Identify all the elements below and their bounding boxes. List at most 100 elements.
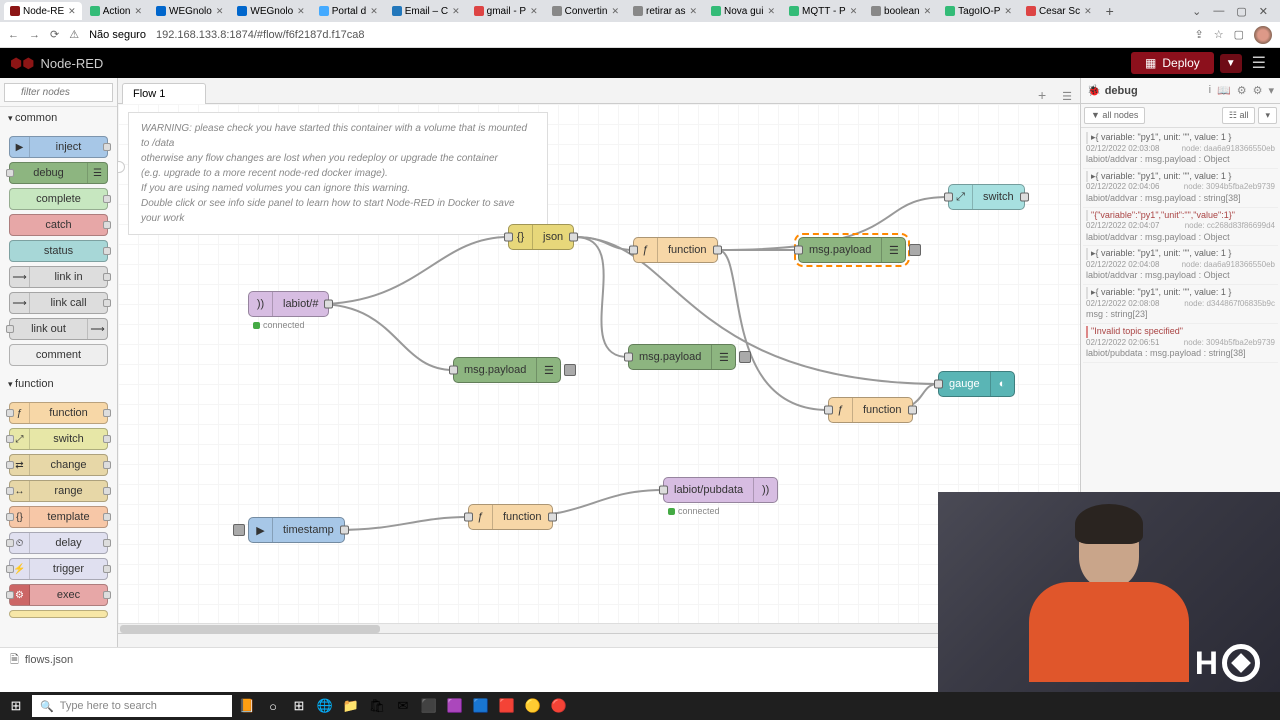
filter-all-nodes[interactable]: ▼ all nodes xyxy=(1084,107,1145,124)
browser-tab[interactable]: gmail - P✕ xyxy=(468,2,544,20)
window-close[interactable]: ✕ xyxy=(1259,5,1268,18)
palette-node-trigger[interactable]: ⚡trigger xyxy=(9,558,108,580)
taskbar-cortana[interactable]: ○ xyxy=(262,695,284,717)
taskbar-mail[interactable]: ✉ xyxy=(392,695,414,717)
browser-tab[interactable]: MQTT - P✕ xyxy=(783,2,863,20)
palette-node-complete[interactable]: complete xyxy=(9,188,108,210)
menu-button[interactable]: ☰ xyxy=(1248,53,1270,73)
sidebar-help-icon[interactable]: 📖 xyxy=(1217,84,1231,97)
flow-list-button[interactable]: ☰ xyxy=(1054,90,1080,103)
palette-node-comment[interactable]: comment xyxy=(9,344,108,366)
back-button[interactable]: ← xyxy=(8,29,19,41)
node-mqtt-out[interactable]: labiot/pubdata)) connected xyxy=(663,477,778,503)
flow-canvas[interactable]: WARNING: please check you have started t… xyxy=(118,104,1080,623)
profile-avatar[interactable] xyxy=(1254,26,1272,44)
deploy-button[interactable]: ▦ Deploy xyxy=(1131,52,1214,74)
palette-category-function[interactable]: function xyxy=(0,373,117,395)
taskbar-app[interactable]: 🟦 xyxy=(470,695,492,717)
palette-node-link-call[interactable]: ⟶link call xyxy=(9,292,108,314)
share-icon[interactable]: ⇪ xyxy=(1195,28,1204,41)
browser-tab[interactable]: retirar as✕ xyxy=(627,2,703,20)
debug-toggle[interactable] xyxy=(909,244,921,256)
taskbar-taskview[interactable]: ⊞ xyxy=(288,695,310,717)
palette-node-switch[interactable]: ⤢switch xyxy=(9,428,108,450)
canvas-scrollbar[interactable] xyxy=(118,623,1080,633)
browser-tab[interactable]: WEGnolo✕ xyxy=(231,2,310,20)
start-button[interactable]: ⊞ xyxy=(4,694,28,718)
taskbar-app[interactable]: 🟥 xyxy=(496,695,518,717)
node-switch[interactable]: ⤢switch xyxy=(948,184,1025,210)
browser-tab[interactable]: Email – C✕ xyxy=(386,2,466,20)
sidebar-context-icon[interactable]: ⚙ xyxy=(1253,84,1263,97)
node-debug-1[interactable]: msg.payload☰ xyxy=(453,357,561,383)
forward-button[interactable]: → xyxy=(29,29,40,41)
palette-node-status[interactable]: status xyxy=(9,240,108,262)
status-file[interactable]: 🗎 flows.json xyxy=(10,651,73,670)
chevron-down-icon[interactable]: ⌄ xyxy=(1192,5,1201,18)
node-function-1[interactable]: ƒfunction xyxy=(633,237,718,263)
browser-tab[interactable]: TagoIO-P✕ xyxy=(939,2,1018,20)
taskbar-app[interactable]: 🟪 xyxy=(444,695,466,717)
palette-node-debug[interactable]: debug☰ xyxy=(9,162,108,184)
browser-tab[interactable]: Convertin✕ xyxy=(546,2,625,20)
window-maximize[interactable]: ▢ xyxy=(1236,5,1246,18)
debug-toggle[interactable] xyxy=(564,364,576,376)
taskbar-chrome[interactable]: 🟡 xyxy=(522,695,544,717)
node-mqtt-in[interactable]: ))labiot/# connected xyxy=(248,291,329,317)
taskbar-explorer[interactable]: 📁 xyxy=(340,695,362,717)
install-icon[interactable]: ▢ xyxy=(1234,28,1244,41)
browser-tab[interactable]: Portal d✕ xyxy=(313,2,384,20)
taskbar-edge[interactable]: 🌐 xyxy=(314,695,336,717)
palette-node-function[interactable]: ƒfunction xyxy=(9,402,108,424)
palette-node-range[interactable]: ↔range xyxy=(9,480,108,502)
palette-node-template[interactable]: {}template xyxy=(9,506,108,528)
node-function-2[interactable]: ƒfunction xyxy=(828,397,913,423)
palette-node-link-in[interactable]: ⟶link in xyxy=(9,266,108,288)
close-icon[interactable]: ✕ xyxy=(68,6,76,17)
browser-tab[interactable]: Nova gui✕ xyxy=(705,2,781,20)
flow-tab[interactable]: Flow 1 xyxy=(122,83,206,104)
info-comment[interactable]: WARNING: please check you have started t… xyxy=(128,112,548,235)
windows-taskbar: ⊞ 🔍Type here to search 📙 ○ ⊞ 🌐 📁 🛍 ✉ ⬛ 🟪… xyxy=(0,692,1280,720)
filter-caret[interactable]: ▾ xyxy=(1258,107,1277,124)
node-inject[interactable]: ▶timestamp xyxy=(248,517,345,543)
node-debug-2[interactable]: msg.payload☰ xyxy=(628,344,736,370)
browser-tab[interactable]: WEGnolo✕ xyxy=(150,2,229,20)
browser-tab[interactable]: boolean✕ xyxy=(865,2,937,20)
sidebar-info-icon[interactable]: i xyxy=(1209,84,1211,97)
taskbar-app[interactable]: ⬛ xyxy=(418,695,440,717)
browser-tab[interactable]: Cesar Sc✕ xyxy=(1020,2,1098,20)
node-debug-3-selected[interactable]: msg.payload☰ xyxy=(798,237,906,263)
deploy-dropdown[interactable]: ▼ xyxy=(1220,54,1242,73)
taskbar-app[interactable]: 📙 xyxy=(236,695,258,717)
star-icon[interactable]: ☆ xyxy=(1214,28,1224,41)
node-json[interactable]: {}json xyxy=(508,224,574,250)
taskbar-search[interactable]: 🔍Type here to search xyxy=(32,695,232,717)
palette-node-catch[interactable]: catch xyxy=(9,214,108,236)
window-minimize[interactable]: — xyxy=(1213,5,1224,18)
debug-toggle[interactable] xyxy=(739,351,751,363)
sidebar-dropdown[interactable]: ▾ xyxy=(1268,84,1274,97)
taskbar-app[interactable]: 🔴 xyxy=(548,695,570,717)
add-flow-button[interactable]: + xyxy=(1030,87,1054,103)
url-field[interactable]: 192.168.133.8:1874/#flow/f6f2187d.f17ca8 xyxy=(156,29,1185,41)
filter-nodes-input[interactable] xyxy=(4,83,113,102)
palette-node-partial[interactable] xyxy=(9,610,108,618)
node-function-3[interactable]: ƒfunction xyxy=(468,504,553,530)
taskbar-store[interactable]: 🛍 xyxy=(366,695,388,717)
palette-category-common[interactable]: common xyxy=(0,107,117,129)
browser-tab-active[interactable]: Node-RE✕ xyxy=(4,2,82,20)
browser-tab[interactable]: Action✕ xyxy=(84,2,148,20)
sidebar-config-icon[interactable]: ⚙ xyxy=(1237,84,1247,97)
palette-node-inject[interactable]: ▶inject xyxy=(9,136,108,158)
new-tab-button[interactable]: + xyxy=(1100,3,1120,19)
palette-node-exec[interactable]: ⚙exec xyxy=(9,584,108,606)
reload-button[interactable]: ⟳ xyxy=(50,28,59,41)
palette-node-link-out[interactable]: link out⟶ xyxy=(9,318,108,340)
palette-node-delay[interactable]: ⏲delay xyxy=(9,532,108,554)
filter-all[interactable]: ☷ all xyxy=(1222,107,1256,124)
sidebar-tab-debug[interactable]: 🐞debug xyxy=(1087,84,1138,97)
node-gauge[interactable]: gauge◐ xyxy=(938,371,1015,397)
inject-button[interactable] xyxy=(233,524,245,536)
palette-node-change[interactable]: ⇄change xyxy=(9,454,108,476)
